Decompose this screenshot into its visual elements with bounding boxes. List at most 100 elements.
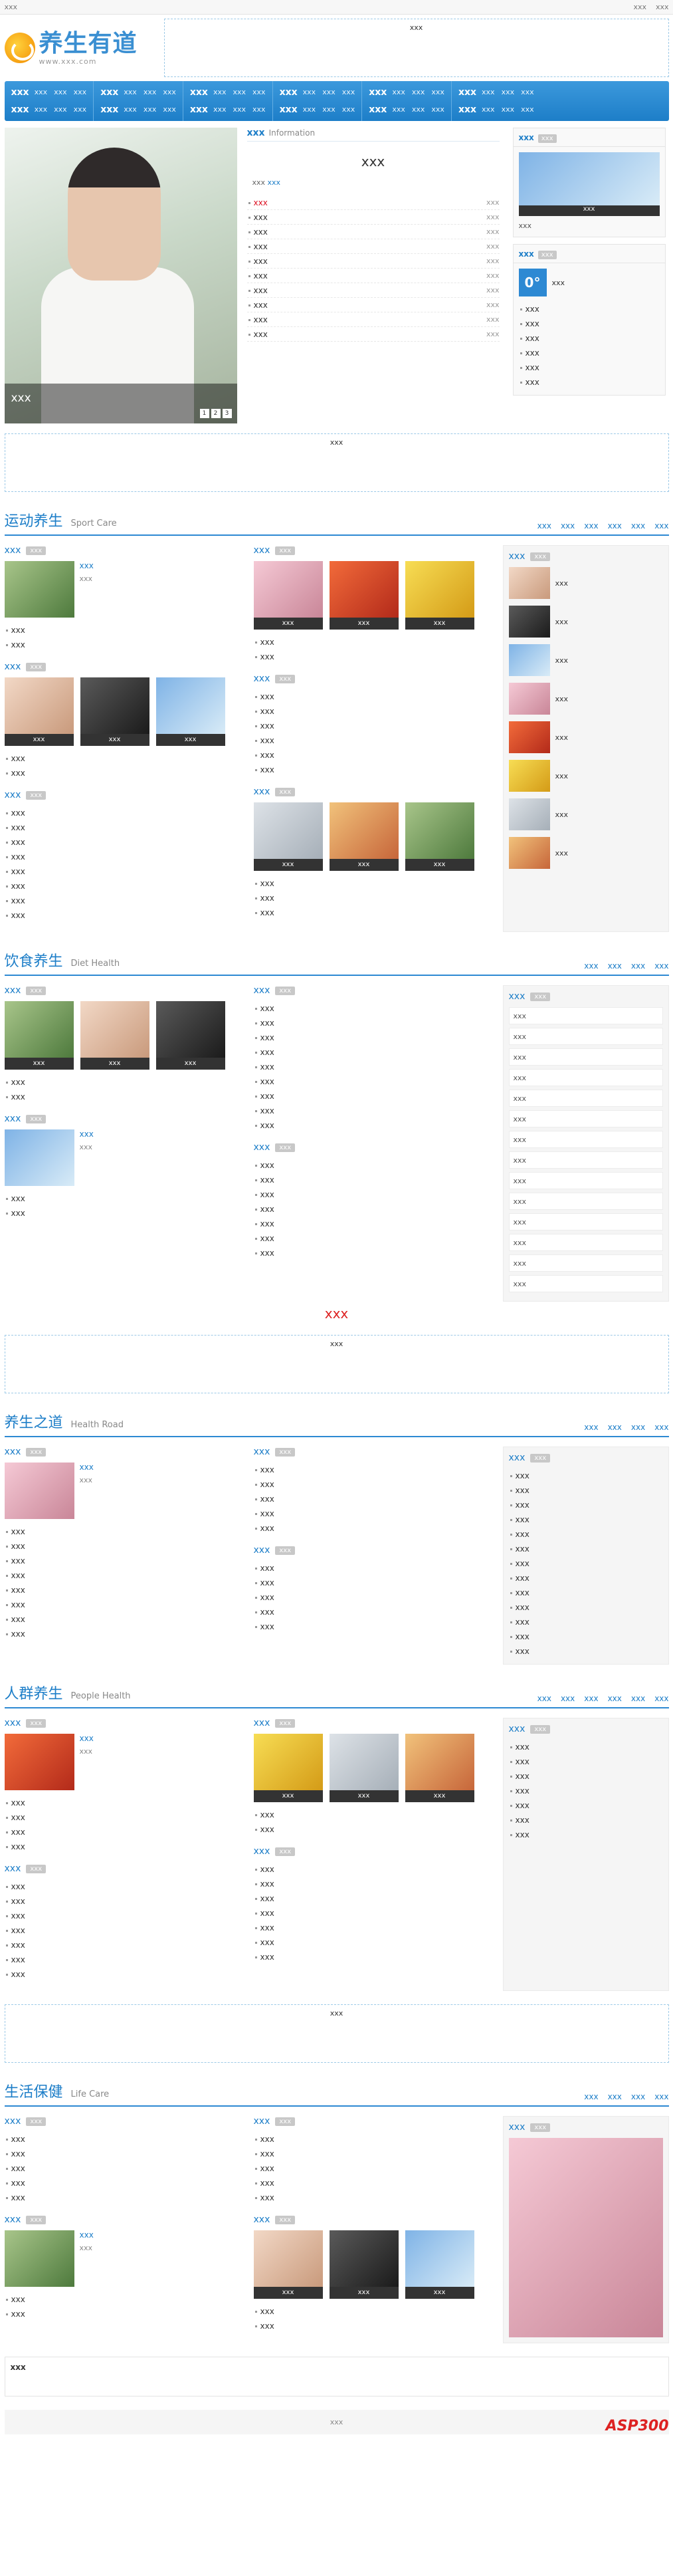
thumb-item[interactable]: xxx	[80, 1001, 149, 1070]
nav-sub-link[interactable]: xxx	[342, 84, 355, 101]
sidebar-item-image[interactable]	[508, 644, 550, 676]
nav-main-link[interactable]: xxx	[369, 84, 387, 101]
thumb-image[interactable]	[155, 677, 225, 734]
thumb-item[interactable]: xxx	[329, 561, 399, 630]
feature-image[interactable]	[4, 561, 74, 618]
headline[interactable]: xxx	[247, 154, 500, 170]
feature-item[interactable]: xxx xxx	[4, 1734, 240, 1790]
thumb-caption[interactable]: xxx	[329, 618, 399, 630]
nav-main-link[interactable]: xxx	[458, 101, 476, 118]
nav-main-link[interactable]: xxx	[11, 101, 29, 118]
list-item[interactable]: xxx	[5, 2176, 240, 2190]
feature-title[interactable]: xxx	[80, 1734, 94, 1743]
list-item[interactable]: xxx	[5, 1206, 240, 1221]
list-item[interactable]: xxx	[254, 2161, 490, 2176]
sidebar-list-item[interactable]: xxx	[509, 1571, 663, 1585]
thumb-item[interactable]: xxx	[80, 677, 149, 746]
hot-item[interactable]: xxx	[519, 302, 660, 316]
nav-sub-link[interactable]: xxx	[54, 101, 67, 118]
sidebar-item-image[interactable]	[508, 721, 550, 753]
list-item[interactable]: xxx	[254, 1506, 490, 1521]
sidebar-item-text[interactable]: xxx	[555, 578, 569, 589]
nav-main-link[interactable]: xxx	[100, 84, 118, 101]
sub-section-title[interactable]: xxx	[254, 2116, 270, 2127]
nav-main-link[interactable]: xxx	[100, 101, 118, 118]
list-item[interactable]: xxx	[254, 2132, 490, 2147]
sidebar-list-item[interactable]: xxx	[509, 1644, 663, 1659]
list-item[interactable]: xxx	[5, 751, 240, 766]
sidebar-list-item[interactable]: xxx	[509, 1600, 663, 1615]
hot-item[interactable]: xxx	[519, 375, 660, 390]
thumb-item[interactable]: xxx	[405, 802, 474, 871]
thumb-caption[interactable]: xxx	[405, 618, 474, 630]
category-link[interactable]: xxx	[584, 521, 598, 530]
list-item[interactable]: xxx	[5, 1568, 240, 1583]
thumb-item[interactable]: xxx	[329, 1734, 399, 1802]
nav-sub-link[interactable]: xxx	[163, 84, 176, 101]
nav-sub-link[interactable]: xxx	[482, 84, 495, 101]
sidebar-item-text[interactable]: xxx	[555, 809, 569, 820]
list-item[interactable]: xxx	[254, 1158, 490, 1173]
category-link[interactable]: xxx	[608, 1423, 622, 1432]
feature-item[interactable]: xxx xxx	[4, 1129, 240, 1186]
sidebar-item[interactable]: xxx	[508, 644, 663, 676]
sidebar-list-item[interactable]: xxx	[509, 1754, 663, 1769]
list-item[interactable]: xxx	[5, 820, 240, 835]
sidebar-list-item[interactable]: xxx	[509, 1585, 663, 1600]
list-item[interactable]: xxx	[254, 891, 490, 905]
hot-tag-row[interactable]: xxx	[508, 1193, 663, 1210]
nav-sub-link[interactable]: xxx	[124, 84, 137, 101]
hot-tag-row[interactable]: xxx	[508, 1048, 663, 1066]
list-item[interactable]: xxx	[254, 1016, 490, 1030]
thumb-caption[interactable]: xxx	[329, 2287, 399, 2299]
thumb-caption[interactable]: xxx	[405, 1790, 474, 1802]
nav-sub-link[interactable]: xxx	[74, 84, 87, 101]
sidebar-item-image[interactable]	[508, 567, 550, 599]
hot-tag-row[interactable]: xxx	[508, 1275, 663, 1292]
list-item[interactable]: xxx	[254, 1576, 490, 1590]
list-item[interactable]: xxx	[254, 1619, 490, 1634]
hot-tag-row[interactable]: xxx	[508, 1151, 663, 1169]
mid-ad-slot-3[interactable]: xxx	[4, 2004, 669, 2063]
set-home-link[interactable]: xxx	[633, 3, 646, 11]
thumb-caption[interactable]: xxx	[253, 1790, 323, 1802]
sidebar-item[interactable]: xxx	[508, 837, 663, 869]
sub-section-title[interactable]: xxx	[254, 545, 270, 556]
list-item[interactable]: xxx	[254, 1187, 490, 1202]
list-item[interactable]: xxx	[254, 2304, 490, 2319]
list-item[interactable]: xxx	[254, 1060, 490, 1074]
sidebar-list-item[interactable]: xxx	[509, 1769, 663, 1784]
nav-main-link[interactable]: xxx	[190, 84, 208, 101]
news-item-title[interactable]: xxx	[254, 298, 268, 312]
list-item[interactable]: xxx	[5, 893, 240, 908]
thumb-item[interactable]: xxx	[4, 1001, 74, 1070]
sub-section-title[interactable]: xxx	[5, 985, 21, 996]
list-item[interactable]: xxx	[254, 2176, 490, 2190]
nav-sub-link[interactable]: xxx	[233, 101, 246, 118]
sub-section-title[interactable]: xxx	[5, 790, 21, 800]
sidebar-item-image[interactable]	[508, 837, 550, 869]
list-item[interactable]: xxx	[5, 1967, 240, 1982]
more-link[interactable]: xxx	[268, 178, 281, 187]
sidebar-item[interactable]: xxx	[508, 683, 663, 715]
news-item-title[interactable]: xxx	[254, 312, 268, 326]
list-item[interactable]: xxx	[254, 1808, 490, 1822]
sidebar-list-item[interactable]: xxx	[509, 1740, 663, 1754]
category-link[interactable]: xxx	[631, 521, 645, 530]
nav-sub-link[interactable]: xxx	[322, 101, 336, 118]
thumb-caption[interactable]: xxx	[329, 1790, 399, 1802]
list-item[interactable]: xxx	[254, 1246, 490, 1260]
nav-sub-link[interactable]: xxx	[431, 101, 444, 118]
thumb-item[interactable]: xxx	[405, 1734, 474, 1802]
nav-sub-link[interactable]: xxx	[392, 101, 405, 118]
thumb-image[interactable]	[405, 802, 474, 859]
thumb-caption[interactable]: xxx	[80, 734, 149, 746]
list-item[interactable]: xxx	[5, 1191, 240, 1206]
sub-section-title[interactable]: xxx	[5, 661, 21, 672]
nav-main-link[interactable]: xxx	[369, 101, 387, 118]
list-item[interactable]: xxx	[5, 1554, 240, 1568]
nav-sub-link[interactable]: xxx	[144, 84, 157, 101]
category-link[interactable]: xxx	[631, 961, 645, 971]
hot-tag-row[interactable]: xxx	[508, 1254, 663, 1272]
sidebar-list-item[interactable]: xxx	[509, 1498, 663, 1512]
